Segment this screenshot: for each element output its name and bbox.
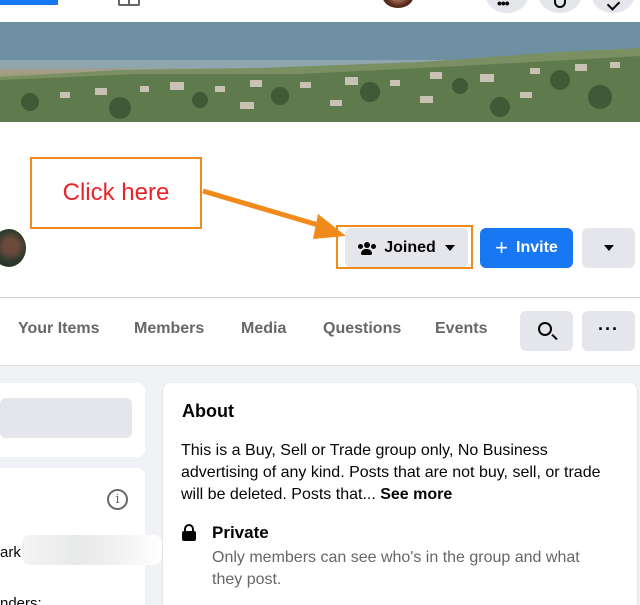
about-description: This is a Buy, Sell or Trade group only,…: [181, 440, 626, 506]
about-title: About: [182, 401, 234, 421]
messenger-button[interactable]: [539, 0, 581, 13]
lock-icon: [182, 524, 196, 541]
marketplace-icon[interactable]: [118, 0, 140, 6]
info-icon[interactable]: i: [107, 489, 128, 510]
home-tab-active-indicator[interactable]: [0, 0, 58, 5]
tab-questions[interactable]: Questions: [323, 320, 401, 338]
profile-avatar[interactable]: [382, 0, 414, 8]
privacy-description: Only members can see who's in the group …: [212, 549, 580, 588]
see-more-link[interactable]: See more: [380, 486, 452, 503]
messenger-icon: [554, 0, 566, 8]
plus-icon: +: [495, 235, 509, 260]
more-icon[interactable]: ···: [582, 311, 635, 351]
search-button[interactable]: [520, 311, 573, 351]
callout-text: Click here: [62, 179, 170, 206]
annotation-callout: Click here: [30, 157, 202, 229]
left-partial-text: ark: [0, 544, 21, 561]
tab-events[interactable]: Events: [435, 320, 487, 338]
menu-icon: •••: [497, 0, 510, 11]
invite-button[interactable]: + Invite: [480, 228, 573, 268]
left-partial-text-2: nders:: [0, 595, 42, 605]
group-tabs: Your Items Members Media Questions Event…: [0, 298, 640, 366]
privacy-title: Private: [212, 523, 269, 542]
more-options-button[interactable]: [582, 228, 635, 268]
search-icon: [538, 322, 552, 336]
notifications-button[interactable]: [592, 0, 634, 13]
chevron-down-icon: [603, 245, 614, 251]
joined-highlight-box: [336, 225, 473, 269]
notifications-icon: [606, 0, 621, 11]
tab-your-items[interactable]: Your Items: [18, 320, 100, 338]
cover-photo: [0, 22, 640, 122]
menu-button[interactable]: •••: [486, 0, 528, 13]
tab-media[interactable]: Media: [241, 320, 286, 338]
left-action-bar[interactable]: [0, 398, 132, 438]
top-navbar: •••: [0, 0, 640, 22]
invite-label: Invite: [516, 239, 558, 256]
tab-members[interactable]: Members: [134, 320, 204, 338]
blurred-content: [22, 535, 162, 565]
